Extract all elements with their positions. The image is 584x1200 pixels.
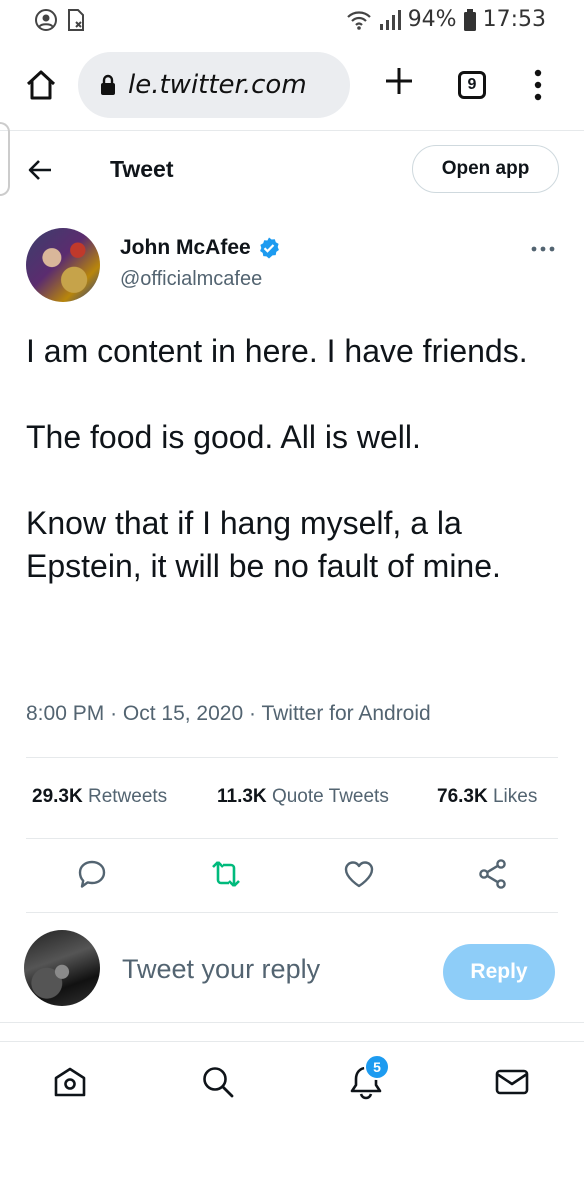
like-icon[interactable] xyxy=(343,858,375,890)
current-user-avatar[interactable] xyxy=(24,930,100,1006)
status-bar: 94% 17:53 xyxy=(0,0,584,42)
bottom-navigation: 5 xyxy=(0,1042,584,1122)
tabs-button[interactable]: 9 xyxy=(458,71,486,99)
meta-divider xyxy=(26,757,558,758)
status-right: 94% 17:53 xyxy=(346,7,546,32)
composer-divider xyxy=(0,1022,584,1023)
retweets-label: Retweets xyxy=(87,786,168,807)
battery-icon xyxy=(463,8,476,31)
tweet-paragraph: Know that if I hang myself, a la Epstein… xyxy=(26,505,501,584)
likes-count: 76.3K xyxy=(437,786,488,807)
stats-divider xyxy=(26,838,558,839)
sim-card-icon xyxy=(68,9,84,31)
wifi-icon xyxy=(346,10,371,30)
back-arrow-icon[interactable] xyxy=(26,156,54,184)
address-bar[interactable]: le.twitter.com xyxy=(78,52,350,118)
tweet-metadata: 8:00 PM · Oct 15, 2020 · Twitter for And… xyxy=(26,702,431,726)
author-avatar[interactable] xyxy=(26,228,100,302)
reply-composer: Tweet your reply Reply xyxy=(0,924,584,1016)
tweet-text: I am content in here. I have friends. Th… xyxy=(26,330,566,588)
battery-percent: 94% xyxy=(407,7,457,32)
author-handle[interactable]: @officialmcafee xyxy=(120,268,262,291)
more-vertical-icon[interactable] xyxy=(528,68,548,102)
status-left-icons xyxy=(34,8,86,32)
quotes-label: Quote Tweets xyxy=(271,786,389,807)
meta-separator: · xyxy=(249,702,256,725)
home-icon[interactable] xyxy=(52,1064,88,1100)
search-icon[interactable] xyxy=(200,1064,236,1100)
lock-icon xyxy=(101,74,115,95)
browser-toolbar: le.twitter.com 9 xyxy=(0,46,584,126)
quote-tweets-stat[interactable]: 11.3K Quote Tweets xyxy=(217,786,389,808)
home-icon[interactable] xyxy=(24,68,58,102)
share-icon[interactable] xyxy=(477,858,509,890)
author-name: John McAfee xyxy=(120,236,251,259)
reply-button[interactable]: Reply xyxy=(443,944,555,1000)
page-title: Tweet xyxy=(110,156,174,182)
author-name-row[interactable]: John McAfee xyxy=(120,236,281,260)
reply-input[interactable]: Tweet your reply xyxy=(122,954,320,985)
tweet-actions xyxy=(0,840,584,910)
signal-icon xyxy=(379,9,401,30)
tweet-paragraph: I am content in here. I have friends. xyxy=(26,333,528,369)
verified-badge-icon xyxy=(259,237,279,259)
retweet-icon[interactable] xyxy=(210,858,242,890)
tweet-date[interactable]: Oct 15, 2020 xyxy=(123,702,243,725)
tweet-stats: 29.3K Retweets 11.3K Quote Tweets 76.3K … xyxy=(0,776,584,820)
meta-separator: · xyxy=(110,702,118,725)
tweet-author: John McAfee @officialmcafee xyxy=(0,220,584,310)
tweet-source[interactable]: Twitter for Android xyxy=(261,702,430,725)
browser-divider xyxy=(0,130,584,131)
tweet-paragraph: The food is good. All is well. xyxy=(26,419,421,455)
retweets-count: 29.3K xyxy=(32,786,83,807)
clock: 17:53 xyxy=(482,7,546,32)
open-app-button[interactable]: Open app xyxy=(412,145,559,193)
quotes-count: 11.3K xyxy=(217,786,267,807)
messages-icon[interactable] xyxy=(494,1064,530,1100)
account-circle-icon xyxy=(35,9,57,31)
likes-label: Likes xyxy=(492,786,538,807)
more-options-icon[interactable] xyxy=(530,244,556,254)
actions-divider xyxy=(26,912,558,913)
reply-icon[interactable] xyxy=(76,858,108,890)
tweet-time[interactable]: 8:00 PM xyxy=(26,702,104,725)
retweets-stat[interactable]: 29.3K Retweets xyxy=(32,786,167,808)
new-tab-icon[interactable] xyxy=(382,64,416,98)
url-text: le.twitter.com xyxy=(128,70,307,100)
tab-count: 9 xyxy=(467,76,477,93)
tweet-header: Tweet Open app xyxy=(0,138,584,202)
notifications-badge: 5 xyxy=(364,1054,390,1080)
likes-stat[interactable]: 76.3K Likes xyxy=(437,786,537,808)
